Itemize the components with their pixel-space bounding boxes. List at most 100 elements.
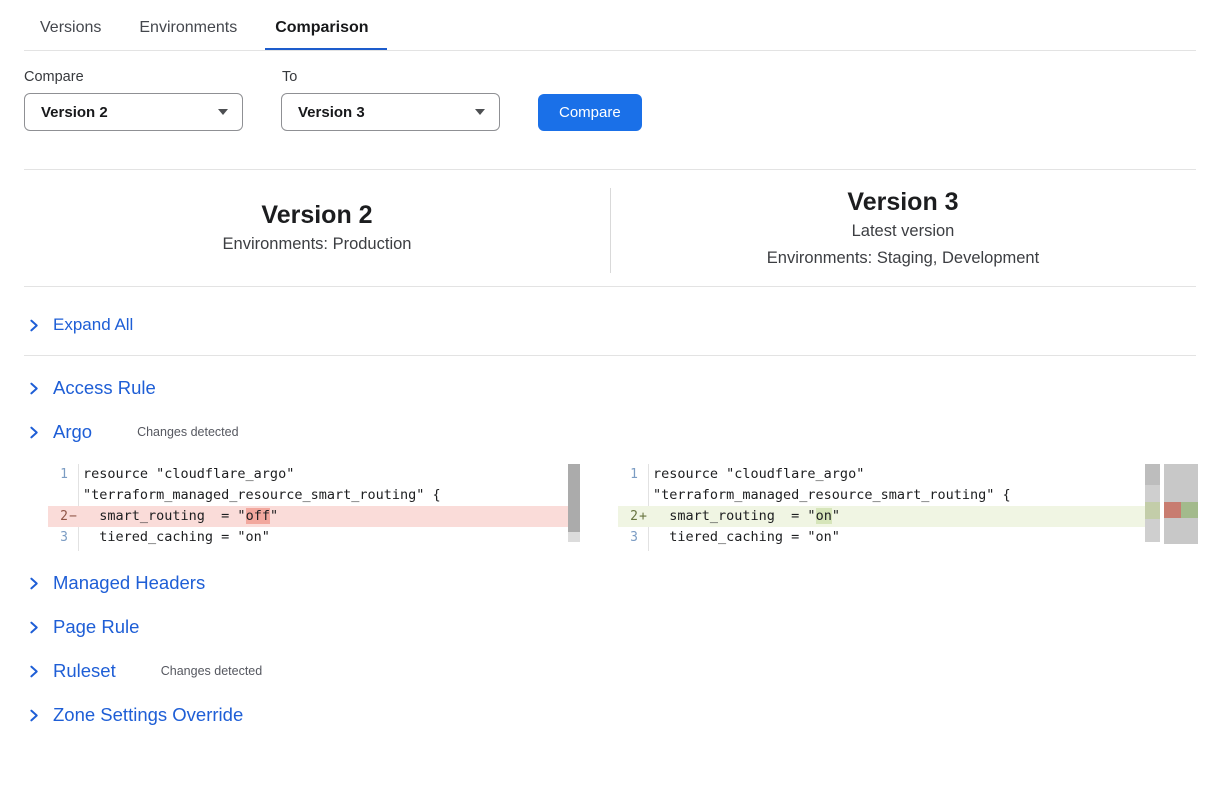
code-text: }: [648, 548, 1145, 551]
diff-line: 1 resource "cloudflare_argo": [618, 464, 1145, 485]
diff-line: 2− smart_routing = "off": [48, 506, 568, 527]
section-label: Access Rule: [53, 377, 156, 399]
line-number: [618, 548, 638, 551]
scrollbar-added-mark: [1145, 502, 1160, 519]
diff-line: 3 tiered_caching = "on": [48, 527, 568, 548]
code-text: smart_routing = "off": [78, 506, 568, 527]
chevron-right-icon: [27, 319, 40, 332]
divider: [24, 355, 1196, 356]
diff-sign: [68, 485, 78, 506]
diff-code-left: 1 resource "cloudflare_argo""terraform_ma…: [48, 464, 568, 551]
code-text: smart_routing = "on": [648, 506, 1145, 527]
code-text: resource "cloudflare_argo": [648, 464, 1145, 485]
from-version-value: Version 2: [41, 104, 108, 121]
line-number: 3: [48, 527, 68, 548]
code-text: tiered_caching = "on": [78, 527, 568, 548]
line-number: 2: [618, 506, 638, 527]
section-ruleset[interactable]: Ruleset Changes detected: [27, 659, 1196, 683]
tabs: Versions Environments Comparison: [40, 19, 1196, 51]
left-version-title: Version 2: [24, 200, 610, 231]
compare-to-label: To: [282, 69, 297, 85]
scrollbar-vertical[interactable]: [568, 464, 580, 542]
line-number: 3: [618, 527, 638, 548]
diff-line: 2+ smart_routing = "on": [618, 506, 1145, 527]
code-text: "terraform_managed_resource_smart_routin…: [648, 485, 1145, 506]
tab-environments[interactable]: Environments: [139, 19, 237, 51]
scrollbar-thumb[interactable]: [1145, 464, 1160, 485]
diff-line: 3 tiered_caching = "on": [618, 527, 1145, 548]
chevron-right-icon: [27, 709, 40, 722]
expand-all-label: Expand All: [53, 315, 133, 335]
scrollbar-vertical[interactable]: [1145, 464, 1160, 542]
line-number: 1: [48, 464, 68, 485]
diff-sign: [638, 464, 648, 485]
code-text: resource "cloudflare_argo": [78, 464, 568, 485]
code-text: tiered_caching = "on": [648, 527, 1145, 548]
diff-line: 1 resource "cloudflare_argo": [48, 464, 568, 485]
right-version-environments: Environments: Staging, Development: [610, 245, 1196, 272]
header-vertical-divider: [610, 188, 611, 273]
diff-sign: [638, 527, 648, 548]
section-access-rule[interactable]: Access Rule: [27, 376, 1196, 400]
diff-panel-right: 1 resource "cloudflare_argo""terraform_ma…: [618, 464, 1198, 551]
compare-button[interactable]: Compare: [538, 94, 642, 131]
diff-line: }: [618, 548, 1145, 551]
diff-line: }: [48, 548, 568, 551]
right-version-title: Version 3: [610, 187, 1196, 218]
tab-comparison[interactable]: Comparison: [275, 19, 368, 51]
diff-sign: −: [68, 506, 78, 527]
section-label: Ruleset: [53, 660, 116, 682]
minimap-added-mark: [1181, 502, 1198, 518]
diff-code-right: 1 resource "cloudflare_argo""terraform_ma…: [618, 464, 1145, 551]
tab-versions[interactable]: Versions: [40, 19, 101, 51]
diff-overview-ruler[interactable]: [1164, 464, 1198, 544]
to-version-value: Version 3: [298, 104, 365, 121]
line-number: [618, 485, 638, 506]
tab-bar: Versions Environments Comparison: [0, 0, 1224, 51]
chevron-right-icon: [27, 621, 40, 634]
code-text: "terraform_managed_resource_smart_routin…: [78, 485, 568, 506]
scrollbar-thumb[interactable]: [568, 464, 580, 532]
diff-line: "terraform_managed_resource_smart_routin…: [48, 485, 568, 506]
chevron-right-icon: [27, 382, 40, 395]
minimap-removed-mark: [1164, 502, 1181, 518]
section-label: Zone Settings Override: [53, 704, 243, 726]
diff-sign: [638, 548, 648, 551]
chevron-right-icon: [27, 665, 40, 678]
left-version-header: Version 2 Environments: Production: [24, 187, 610, 272]
diff-panel-left: 1 resource "cloudflare_argo""terraform_ma…: [48, 464, 584, 551]
diff-sign: +: [638, 506, 648, 527]
chevron-right-icon: [27, 577, 40, 590]
expand-all-button[interactable]: Expand All: [27, 313, 1196, 337]
argo-diff-view: 1resource "cloudflare_argo""terraform_ma…: [48, 464, 1224, 551]
comparison-headers: Version 2 Environments: Production Versi…: [24, 170, 1196, 286]
section-label: Page Rule: [53, 616, 139, 638]
section-page-rule[interactable]: Page Rule: [27, 615, 1196, 639]
diff-sign: [68, 527, 78, 548]
chevron-down-icon: [475, 109, 485, 115]
changes-detected-badge: Changes detected: [161, 664, 262, 678]
divider: [24, 286, 1196, 287]
compare-controls: Compare To Version 2 Version 3 Compare: [0, 51, 1224, 131]
chevron-right-icon: [27, 426, 40, 439]
diff-sign: [68, 548, 78, 551]
line-number: 2: [48, 506, 68, 527]
diff-sign: [68, 464, 78, 485]
code-text: }: [78, 548, 568, 551]
section-argo[interactable]: Argo Changes detected: [27, 420, 1196, 444]
from-version-select[interactable]: Version 2: [24, 93, 243, 131]
section-zone-settings-override[interactable]: Zone Settings Override: [27, 703, 1196, 727]
chevron-down-icon: [218, 109, 228, 115]
changes-detected-badge: Changes detected: [137, 425, 238, 439]
to-version-select[interactable]: Version 3: [281, 93, 500, 131]
section-label: Managed Headers: [53, 572, 205, 594]
line-number: [48, 485, 68, 506]
tabbar-divider: [24, 50, 1196, 51]
section-managed-headers[interactable]: Managed Headers: [27, 571, 1196, 595]
right-version-header: Version 3 Latest version Environments: S…: [610, 187, 1196, 272]
line-number: [48, 548, 68, 551]
right-version-latest-label: Latest version: [610, 218, 1196, 245]
section-label: Argo: [53, 421, 92, 443]
compare-from-label: Compare: [24, 69, 282, 85]
line-number: 1: [618, 464, 638, 485]
